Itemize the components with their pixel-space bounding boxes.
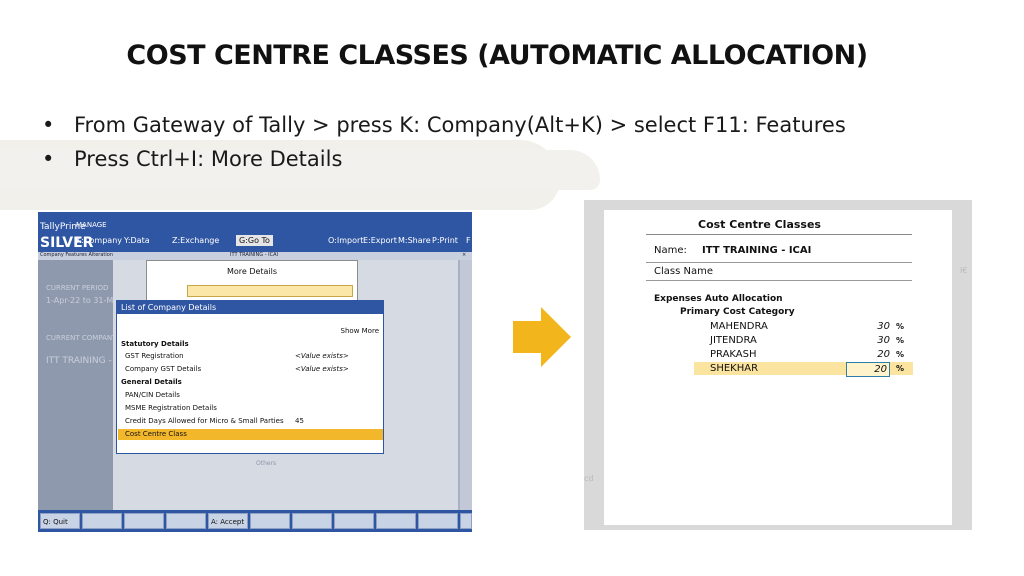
close-icon[interactable]: × bbox=[462, 252, 466, 258]
list-title: List of Company Details bbox=[117, 301, 383, 314]
tally-scrollbar[interactable] bbox=[460, 260, 472, 510]
menu-print[interactable]: P:Print bbox=[432, 236, 458, 245]
allocation-percent-input[interactable]: 20 bbox=[846, 362, 890, 377]
bullet-item: • Press Ctrl+I: More Details bbox=[42, 142, 846, 176]
cost-centre-name: SHEKHAR bbox=[710, 363, 759, 374]
tally-sub-bar: Company Features Alteration ITT TRAINING… bbox=[38, 252, 472, 260]
list-item-selected[interactable]: Cost Centre Class bbox=[125, 429, 187, 440]
sub-bar-screen-name: Company Features Alteration bbox=[40, 252, 114, 258]
function-key[interactable] bbox=[376, 513, 416, 529]
expenses-auto-allocation-label: Expenses Auto Allocation bbox=[654, 294, 783, 304]
bullet-item: • From Gateway of Tally > press K: Compan… bbox=[42, 108, 846, 142]
allocation-row[interactable]: MAHENDRA 30 % bbox=[694, 320, 913, 333]
list-item[interactable]: Statutory Details bbox=[121, 339, 189, 350]
menu-more[interactable]: F bbox=[466, 236, 471, 245]
percent-unit: % bbox=[896, 350, 905, 359]
title-divider bbox=[646, 234, 912, 235]
function-key[interactable] bbox=[292, 513, 332, 529]
others-heading: Others bbox=[256, 460, 277, 467]
menu-share[interactable]: M:Share bbox=[398, 236, 431, 245]
primary-cost-category-label: Primary Cost Category bbox=[680, 307, 795, 317]
allocation-row[interactable]: PRAKASH 20 % bbox=[694, 348, 913, 361]
menu-import[interactable]: O:Import bbox=[328, 236, 363, 245]
allocation-percent[interactable]: 20 bbox=[846, 348, 890, 361]
function-key[interactable] bbox=[460, 513, 472, 529]
function-key[interactable] bbox=[166, 513, 206, 529]
list-item[interactable]: Company GST Details bbox=[125, 364, 201, 375]
divider bbox=[646, 280, 912, 281]
current-company-label: CURRENT COMPANY bbox=[46, 334, 117, 342]
cost-centre-name: MAHENDRA bbox=[710, 321, 768, 332]
more-details-title: More Details bbox=[226, 267, 278, 276]
class-name-label: Class Name bbox=[654, 266, 713, 277]
percent-unit: % bbox=[896, 322, 905, 331]
list-of-company-details: List of Company Details Show More Statut… bbox=[116, 300, 384, 454]
menu-exchange[interactable]: Z:Exchange bbox=[172, 236, 219, 245]
list-item[interactable]: PAN/CIN Details bbox=[125, 390, 180, 401]
percent-unit: % bbox=[896, 364, 905, 373]
tally-features-screenshot: TallyPrime MANAGE SILVER K:Company Y:Dat… bbox=[38, 212, 472, 532]
current-period-label: CURRENT PERIOD bbox=[46, 284, 109, 292]
slide-title: COST CENTRE CLASSES (AUTOMATIC ALLOCATIO… bbox=[126, 40, 868, 71]
show-more-button[interactable]: Show More bbox=[341, 327, 379, 335]
cost-centre-classes-screenshot: I€ cd Cost Centre Classes Name: ITT TRAI… bbox=[584, 200, 972, 530]
tally-brand-manage: MANAGE bbox=[76, 221, 107, 229]
percent-unit: % bbox=[896, 336, 905, 345]
function-key[interactable] bbox=[82, 513, 122, 529]
cost-centre-classes-title: Cost Centre Classes bbox=[698, 218, 821, 231]
allocation-row[interactable]: JITENDRA 30 % bbox=[694, 334, 913, 347]
menu-company[interactable]: K:Company bbox=[76, 236, 122, 245]
allocation-percent[interactable]: 30 bbox=[846, 334, 890, 347]
accept-button[interactable]: A: Accept bbox=[208, 513, 248, 529]
list-item[interactable]: GST Registration bbox=[125, 351, 184, 362]
menu-data[interactable]: Y:Data bbox=[124, 236, 150, 245]
list-item[interactable]: MSME Registration Details bbox=[125, 403, 217, 414]
list-item-value: <Value exists> bbox=[295, 365, 349, 373]
list-item[interactable]: Credit Days Allowed for Micro & Small Pa… bbox=[125, 416, 284, 427]
bullet-list: • From Gateway of Tally > press K: Compan… bbox=[42, 108, 846, 176]
list-item-value: 45 bbox=[295, 417, 304, 425]
allocation-percent[interactable]: 30 bbox=[846, 320, 890, 333]
faded-text: I€ bbox=[960, 266, 968, 275]
bullet-dot-icon: • bbox=[42, 147, 55, 171]
name-value[interactable]: ITT TRAINING - ICAI bbox=[702, 245, 811, 256]
menu-export[interactable]: E:Export bbox=[363, 236, 397, 245]
bullet-text: From Gateway of Tally > press K: Company… bbox=[74, 113, 846, 137]
more-details-input[interactable] bbox=[187, 285, 353, 297]
cost-centre-name: PRAKASH bbox=[710, 349, 757, 360]
allocation-row-selected[interactable]: SHEKHAR 20 % bbox=[694, 362, 913, 377]
cost-centre-name: JITENDRA bbox=[710, 335, 757, 346]
name-label: Name: bbox=[654, 245, 687, 256]
function-key[interactable] bbox=[124, 513, 164, 529]
tally-top-bar bbox=[38, 212, 472, 252]
function-key[interactable] bbox=[418, 513, 458, 529]
function-key[interactable] bbox=[250, 513, 290, 529]
faded-text: cd bbox=[584, 474, 594, 483]
arrow-right-icon bbox=[513, 307, 571, 367]
quit-button[interactable]: Q: Quit bbox=[40, 513, 80, 529]
list-item[interactable]: General Details bbox=[121, 377, 182, 388]
bullet-dot-icon: • bbox=[42, 113, 55, 137]
function-key[interactable] bbox=[334, 513, 374, 529]
sub-bar-company-name: ITT TRAINING - ICAI bbox=[230, 252, 278, 258]
bullet-text: Press Ctrl+I: More Details bbox=[74, 147, 343, 171]
divider bbox=[646, 262, 912, 263]
menu-goto[interactable]: G:Go To bbox=[236, 235, 273, 246]
list-item-value: <Value exists> bbox=[295, 352, 349, 360]
